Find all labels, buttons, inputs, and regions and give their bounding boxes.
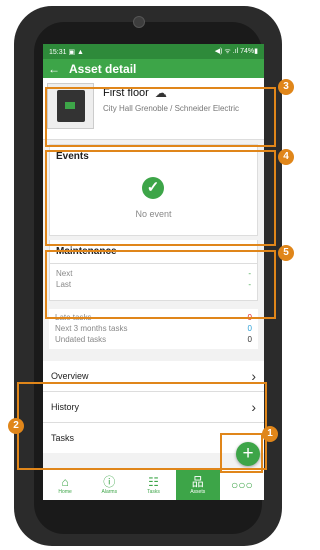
status-icons-right: ◀) ᯤ .ıl 74%▮ [214,48,258,55]
annotation-box-3 [45,87,276,147]
home-icon: ⌂ [61,475,69,489]
status-time: 15:31 [49,48,67,56]
camera-icon [133,16,145,28]
row-label: Undated tasks [55,335,107,344]
annotation-badge-4: 4 [278,149,294,165]
annotation-badge-5: 5 [278,245,294,261]
bottom-nav: ⌂ Home ⓘ Alarms ☷ Tasks 品 Assets ○○○ [43,469,264,500]
tab-home[interactable]: ⌂ Home [43,470,87,500]
tasks-icon: ☷ [148,475,159,489]
row-label: Next 3 months tasks [55,324,128,333]
annotation-box-5 [45,250,276,319]
tab-label: Home [58,489,72,495]
annotation-badge-3: 3 [278,79,294,95]
more-icon: ○○○ [231,478,253,492]
status-icons-left: ▣ ▲ [68,48,84,56]
page-title: Asset detail [69,61,137,76]
tab-label: Assets [190,489,206,495]
tab-more[interactable]: ○○○ [220,470,264,500]
row-value: 0 [247,324,252,333]
app-bar: ← Asset detail [43,59,264,78]
row-value: 0 [247,335,252,344]
tab-tasks[interactable]: ☷ Tasks [131,470,175,500]
tab-alarms[interactable]: ⓘ Alarms [87,470,131,500]
undated-tasks-row: Undated tasks 0 [49,334,258,345]
back-arrow-icon[interactable]: ← [48,62,60,76]
tab-assets[interactable]: 品 Assets [175,470,220,500]
alarm-icon: ⓘ [103,475,116,489]
annotation-badge-1: 1 [262,426,278,442]
nav-label: Overview [51,371,89,381]
annotation-badge-2: 2 [8,418,24,434]
tab-label: Tasks [147,489,160,495]
assets-icon: 品 [191,475,204,489]
annotation-box-4 [45,150,276,246]
next-3-months-row: Next 3 months tasks 0 [49,323,258,334]
status-bar: 15:31 ▣ ▲ ◀) ᯤ .ıl 74%▮ [43,44,264,59]
tab-label: Alarms [101,489,118,495]
annotation-box-1 [220,433,263,473]
